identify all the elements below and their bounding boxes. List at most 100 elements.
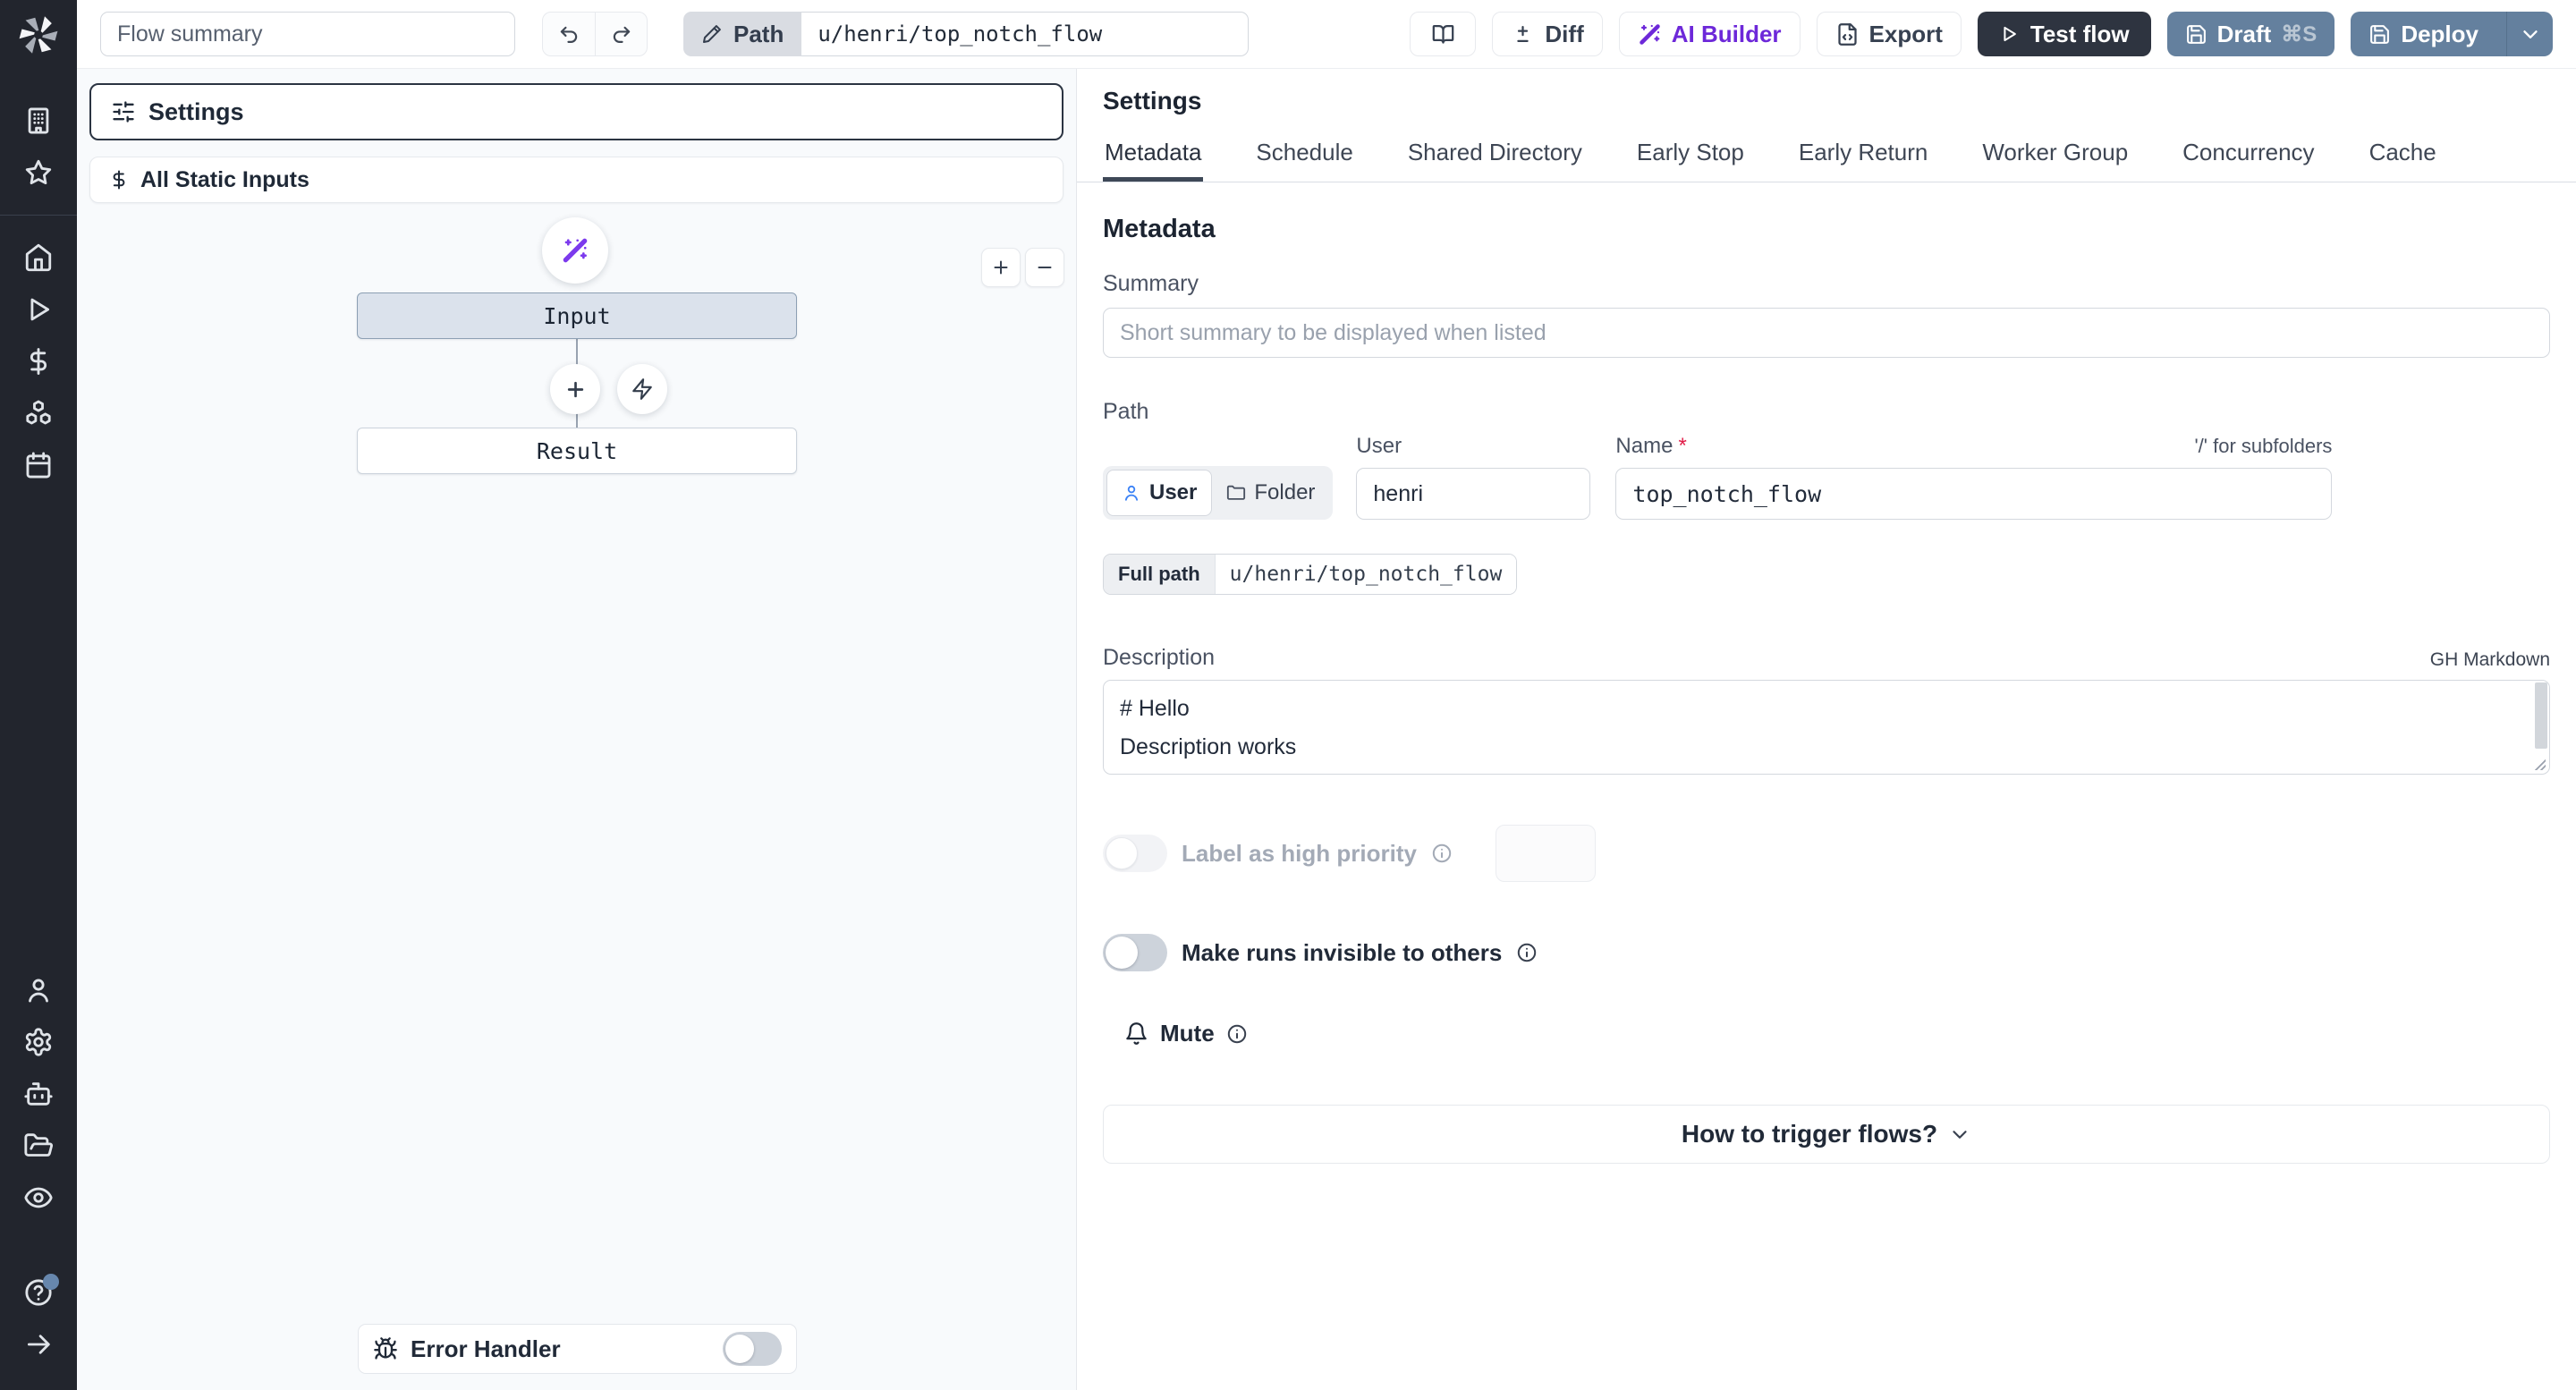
summary-input[interactable] [1103, 308, 2550, 358]
description-textarea[interactable]: # Hello Description works [1104, 681, 2549, 774]
settings-content: Metadata Summary Path User Fold [1077, 182, 2576, 1390]
path-input[interactable] [801, 12, 1250, 56]
undo-redo-group [542, 12, 648, 56]
plus-icon [994, 260, 1008, 275]
name-field-header: Name * '/' for subfolders [1615, 434, 2332, 459]
tab-early-stop[interactable]: Early Stop [1635, 139, 1746, 182]
owner-folder-segment[interactable]: Folder [1212, 470, 1329, 516]
info-icon [1518, 943, 1537, 962]
sidebar-item-folders[interactable] [0, 1120, 77, 1172]
add-step-button[interactable] [550, 364, 600, 414]
settings-panel: Settings Metadata Schedule Shared Direct… [1077, 69, 2576, 1390]
sidebar-collapse-button[interactable] [0, 1318, 77, 1370]
sidebar-item-settings[interactable] [0, 1016, 77, 1068]
full-path-control: Full path u/henri/top_notch_flow [1103, 554, 1518, 595]
metadata-heading: Metadata [1103, 215, 1216, 243]
diff-label: Diff [1545, 20, 1584, 47]
how-to-trigger-label: How to trigger flows? [1681, 1120, 1938, 1148]
error-handler-label: Error Handler [411, 1335, 561, 1362]
owner-user-label: User [1149, 480, 1198, 504]
arrow-right-icon [27, 1335, 50, 1354]
input-node[interactable]: Input [357, 292, 797, 339]
tab-metadata[interactable]: Metadata [1103, 139, 1203, 182]
ai-builder-button[interactable]: AI Builder [1618, 12, 1801, 56]
tab-worker-group[interactable]: Worker Group [1980, 139, 2130, 182]
sidebar-group-main [0, 232, 77, 491]
toolbar: Path Diff AI Builder Export [77, 0, 2576, 69]
zoom-out-button[interactable] [1025, 248, 1064, 287]
error-handler-toggle[interactable] [723, 1332, 782, 1366]
undo-icon [560, 26, 578, 43]
tab-shared-directory[interactable]: Shared Directory [1406, 139, 1584, 182]
high-priority-toggle[interactable] [1103, 835, 1167, 872]
all-static-inputs-label: All Static Inputs [140, 166, 309, 192]
description-header: Description GH Markdown [1103, 645, 2550, 671]
tab-schedule[interactable]: Schedule [1254, 139, 1354, 182]
toggle-knob [1106, 837, 1138, 869]
sidebar-item-home[interactable] [0, 232, 77, 284]
how-to-trigger-expander[interactable]: How to trigger flows? [1103, 1105, 2550, 1164]
test-flow-button[interactable]: Test flow [1977, 12, 2151, 56]
sidebar-item-resources[interactable] [0, 387, 77, 439]
info-icon [1227, 1024, 1246, 1043]
add-trigger-button[interactable] [617, 364, 667, 414]
description-scrollbar[interactable] [2535, 682, 2547, 749]
plus-icon [567, 381, 583, 397]
sidebar-item-audit[interactable] [0, 1172, 77, 1224]
file-code-icon [1837, 22, 1857, 46]
deploy-button[interactable]: Deploy [2351, 12, 2496, 56]
wand-sparkles-icon [563, 238, 588, 263]
summary-label: Summary [1103, 271, 1199, 296]
name-field-input[interactable] [1615, 468, 2333, 520]
sidebar-item-users[interactable] [0, 964, 77, 1016]
description-label: Description [1103, 645, 1216, 670]
folder-open-icon [24, 1133, 54, 1157]
draft-button[interactable]: Draft ⌘S [2166, 12, 2335, 56]
tab-cache[interactable]: Cache [2368, 139, 2438, 182]
priority-value-input[interactable] [1495, 825, 1596, 882]
redo-button[interactable] [595, 13, 647, 55]
path-edit-button[interactable]: Path [683, 12, 802, 56]
tab-early-return[interactable]: Early Return [1797, 139, 1930, 182]
description-resize-handle[interactable] [2531, 756, 2546, 770]
info-icon [1432, 843, 1452, 863]
all-static-inputs-card[interactable]: All Static Inputs [89, 157, 1063, 203]
sidebar-item-favorites[interactable] [0, 147, 77, 199]
invisible-runs-toggle[interactable] [1103, 934, 1167, 971]
ai-flow-builder-fab[interactable] [542, 217, 608, 284]
sidebar-item-runs[interactable] [0, 284, 77, 335]
windmill-logo-icon[interactable] [14, 11, 63, 59]
undo-button[interactable] [543, 13, 595, 55]
sidebar-item-variables[interactable] [0, 335, 77, 387]
flow-settings-card[interactable]: Settings [89, 83, 1063, 140]
sidebar-item-workers[interactable] [0, 1068, 77, 1120]
error-handler-card[interactable]: Error Handler [358, 1324, 797, 1374]
export-label: Export [1868, 20, 1943, 47]
docs-button[interactable] [1410, 12, 1477, 56]
content-row: Settings All Static Inputs Input Result … [77, 69, 2576, 1390]
result-node[interactable]: Result [357, 428, 797, 474]
owner-user-segment[interactable]: User [1106, 470, 1213, 516]
sidebar-item-workspace[interactable] [0, 95, 77, 147]
zap-icon [632, 378, 652, 400]
sidebar-item-schedules[interactable] [0, 439, 77, 491]
save-icon [2370, 24, 2390, 44]
export-button[interactable]: Export [1816, 12, 1962, 56]
help-notification-dot [43, 1274, 59, 1290]
deploy-options-button[interactable] [2506, 12, 2553, 56]
tab-concurrency[interactable]: Concurrency [2181, 139, 2316, 182]
mute-row[interactable]: Mute [1124, 1020, 2550, 1047]
sidebar-item-help[interactable] [0, 1267, 77, 1318]
flow-summary-input[interactable] [100, 12, 515, 56]
zoom-in-button[interactable] [981, 248, 1021, 287]
input-node-label: Input [543, 302, 611, 329]
sidebar [0, 0, 77, 1390]
required-asterisk: * [1678, 434, 1687, 458]
markdown-hint: GH Markdown [2429, 649, 2550, 670]
high-priority-label: Label as high priority [1182, 839, 1417, 867]
path-chip-label: Path [733, 20, 784, 47]
user-field-input[interactable] [1356, 468, 1591, 520]
dollar-icon [30, 348, 47, 375]
path-row: User Folder User henri Name * '/' for su… [1103, 434, 2550, 520]
diff-button[interactable]: Diff [1492, 12, 1603, 56]
